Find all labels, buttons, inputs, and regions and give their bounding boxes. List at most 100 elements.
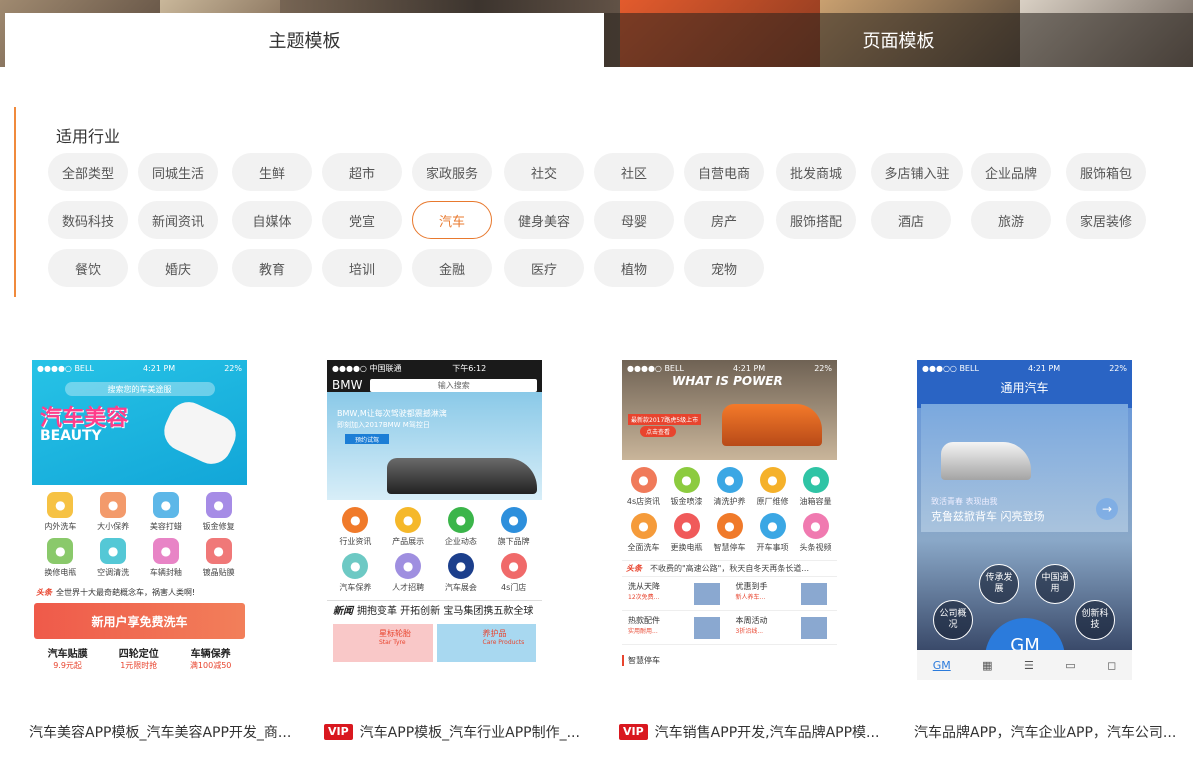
industry-chip[interactable]: 金融 [412, 249, 492, 287]
feature-item[interactable]: ● 钣金修复 [192, 492, 245, 532]
template-title[interactable]: VIP 汽车APP模板_汽车行业APP制作_... [324, 722, 614, 742]
parking-icon: ● [716, 513, 743, 539]
industry-chip[interactable]: 医疗 [504, 249, 584, 287]
industry-chip[interactable]: 宠物 [684, 249, 764, 287]
bag-icon[interactable]: ◻ [1107, 659, 1116, 672]
industry-chip[interactable]: 全部类型 [48, 153, 128, 191]
banner-button[interactable]: 点击查看 [640, 426, 677, 437]
industry-chip[interactable]: 家政服务 [412, 153, 492, 191]
feature-item[interactable]: ● 行业资讯 [329, 507, 382, 547]
industry-chip[interactable]: 餐饮 [48, 249, 128, 287]
industry-chip[interactable]: 房产 [684, 201, 764, 239]
industry-chip[interactable]: 旅游 [971, 201, 1051, 239]
industry-chip[interactable]: 社区 [594, 153, 674, 191]
feature-item[interactable]: ● 空调清洗 [87, 538, 140, 578]
bottom-nav: GM ▦ ☰ ▭ ◻ [917, 650, 1132, 680]
product-item[interactable]: 车辆保养 满100减50 [190, 645, 231, 671]
promo-banner[interactable]: 新用户享免费洗车 [34, 603, 245, 639]
feature-item[interactable]: ● 钣金喷漆 [665, 467, 708, 507]
industry-chip[interactable]: 汽车 [412, 201, 492, 239]
feature-item[interactable]: ● 全面洗车 [622, 513, 665, 553]
feature-item[interactable]: ● 油箱容量 [794, 467, 837, 507]
feature-item[interactable]: ● 镀晶贴膜 [192, 538, 245, 578]
arrow-right-icon[interactable]: → [1096, 498, 1118, 520]
feature-item[interactable]: ● 汽车保养 [329, 553, 382, 593]
industry-chip[interactable]: 同城生活 [138, 153, 218, 191]
product-card[interactable]: 星标轮胎 Star Tyre [333, 624, 433, 662]
industry-chip[interactable]: 自媒体 [232, 201, 312, 239]
industry-chip[interactable]: 家居装修 [1066, 201, 1146, 239]
feature-item[interactable]: ● 汽车展会 [435, 553, 488, 593]
template-thumbnail[interactable]: ●●●●○ BELL 4:21 PM 22% 搜索您的车美途服 汽车美容 BEAUT… [32, 360, 247, 710]
feature-item[interactable]: ● 4s店资讯 [622, 467, 665, 507]
industry-chip[interactable]: 社交 [504, 153, 584, 191]
feature-label: 车辆封釉 [149, 568, 182, 577]
menu-bubble[interactable]: 公司概况 [933, 600, 973, 640]
industry-chip[interactable]: 教育 [232, 249, 312, 287]
industry-chip[interactable]: 企业品牌 [971, 153, 1051, 191]
headline-text[interactable]: 全世界十大最奇葩概念车，祸害人类啊! [56, 587, 195, 598]
feature-item[interactable]: ● 车辆封釉 [140, 538, 193, 578]
nav-home[interactable]: GM [933, 659, 951, 672]
industry-chip[interactable]: 超市 [322, 153, 402, 191]
news-text[interactable]: 拥抱变革 开拓创新 宝马集团携五款全球 [357, 602, 533, 617]
industry-chip[interactable]: 党宣 [322, 201, 402, 239]
industry-chip[interactable]: 植物 [594, 249, 674, 287]
menu-bubble[interactable]: 中国通用 [1035, 564, 1075, 604]
grid-icon[interactable]: ▦ [982, 659, 992, 672]
menu-bubble[interactable]: 创新科技 [1075, 600, 1115, 640]
tab-page-templates[interactable]: 页面模板 [604, 13, 1193, 67]
feature-item[interactable]: ● 4s门店 [487, 553, 540, 593]
headline-text[interactable]: 不收费的"高速公路"，秋天自冬天再条长道... [650, 563, 809, 574]
template-title[interactable]: VIP 汽车销售APP开发,汽车品牌APP模... [619, 722, 909, 742]
industry-chip[interactable]: 生鲜 [232, 153, 312, 191]
industry-chip[interactable]: 服饰搭配 [776, 201, 856, 239]
template-thumbnail[interactable]: ●●●●○ BELL 4:21 PM 22% WHAT IS POWER 最新款20… [622, 360, 837, 710]
industry-chip[interactable]: 服饰箱包 [1066, 153, 1146, 191]
industry-chip[interactable]: 新闻资讯 [138, 201, 218, 239]
feature-item[interactable]: ● 产品展示 [382, 507, 435, 547]
industry-chip[interactable]: 培训 [322, 249, 402, 287]
banner-button[interactable]: 预约试驾 [345, 434, 389, 444]
deal-item[interactable]: 优惠到手 新人养车... [729, 577, 837, 611]
deal-item[interactable]: 热款配件 实用耐用... [622, 611, 730, 645]
feature-item[interactable]: ● 人才招聘 [382, 553, 435, 593]
industry-chip[interactable]: 健身美容 [504, 201, 584, 239]
feature-item[interactable]: ● 美容打蜡 [140, 492, 193, 532]
industry-chip[interactable]: 酒店 [871, 201, 951, 239]
list-icon[interactable]: ☰ [1024, 659, 1034, 672]
feature-item[interactable]: ● 头条视频 [794, 513, 837, 553]
template-title[interactable]: 汽车品牌APP，汽车企业APP，汽车公司... [914, 722, 1193, 742]
feature-item[interactable]: ● 原厂维修 [751, 467, 794, 507]
product-item[interactable]: 汽车贴膜 9.9元起 [48, 645, 88, 671]
feature-item[interactable]: ● 更换电瓶 [665, 513, 708, 553]
feature-item[interactable]: ● 企业动态 [435, 507, 488, 547]
industry-chip[interactable]: 批发商城 [776, 153, 856, 191]
template-thumbnail[interactable]: ●●●●○ 中国联通 下午6:12 BMW 输入搜索 BMW,M让每次驾驶都震撼淋… [327, 360, 542, 710]
template-thumbnail[interactable]: ●●●○○ BELL 4:21 PM 22% 通用汽车 致活青春 表现由我 克鲁兹掀… [917, 360, 1132, 710]
chat-icon[interactable]: ▭ [1065, 659, 1075, 672]
user-icon: ● [395, 553, 422, 579]
industry-chip[interactable]: 多店铺入驻 [871, 153, 963, 191]
product-card[interactable]: 养护品 Care Products [436, 624, 536, 662]
industry-chip[interactable]: 自营电商 [684, 153, 764, 191]
fuel-icon: ● [802, 467, 829, 493]
feature-item[interactable]: ● 智慧停车 [708, 513, 751, 553]
search-input[interactable]: 搜索您的车美途服 [64, 382, 215, 396]
industry-chip[interactable]: 母婴 [594, 201, 674, 239]
industry-chip[interactable]: 婚庆 [138, 249, 218, 287]
deal-item[interactable]: 洗从天降 12次免费... [622, 577, 730, 611]
feature-item[interactable]: ● 清洗护养 [708, 467, 751, 507]
search-input[interactable]: 输入搜索 [370, 378, 537, 392]
product-item[interactable]: 四轮定位 1元限时抢 [119, 645, 159, 671]
menu-bubble[interactable]: 传承发展 [979, 564, 1019, 604]
industry-chip[interactable]: 数码科技 [48, 201, 128, 239]
template-title[interactable]: 汽车美容APP模板_汽车美容APP开发_商... [29, 722, 319, 742]
feature-item[interactable]: ● 开车事项 [751, 513, 794, 553]
feature-item[interactable]: ● 旗下品牌 [487, 507, 540, 547]
feature-item[interactable]: ● 内外洗车 [34, 492, 87, 532]
deal-item[interactable]: 本周活动 3折沿线... [729, 611, 837, 645]
tab-theme-templates[interactable]: 主题模板 [5, 13, 604, 67]
feature-item[interactable]: ● 换修电瓶 [34, 538, 87, 578]
feature-item[interactable]: ● 大小保养 [87, 492, 140, 532]
